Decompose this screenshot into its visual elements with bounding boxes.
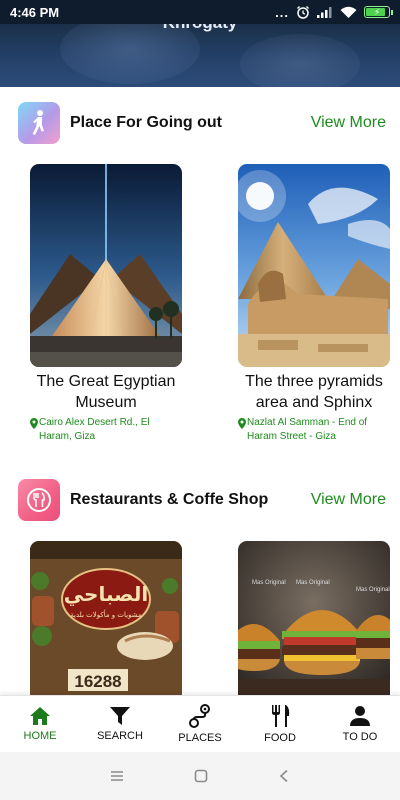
place-location: Cairo Alex Desert Rd., El Haram, Giza bbox=[30, 416, 182, 444]
burger-flag-3: Mas Original bbox=[356, 587, 390, 593]
header-hero-image: Khrogaty bbox=[0, 24, 400, 87]
restaurant-arabic-sub: مشويات و مأكولات بلدية bbox=[70, 609, 142, 619]
alarm-icon bbox=[297, 6, 309, 19]
place-location-text: Nazlat Al Samman - End of Haram Street -… bbox=[247, 417, 368, 442]
notification-dots: ... bbox=[275, 4, 289, 20]
pyramids-image bbox=[238, 164, 390, 367]
app-title: Khrogaty bbox=[0, 24, 400, 33]
restaurant-image: الصباحي مشويات و مأكولات بلدية 16288 bbox=[30, 541, 182, 695]
route-icon bbox=[189, 704, 210, 728]
place-name: The Great Egyptian Museum bbox=[36, 373, 176, 411]
status-time: 4:46 PM bbox=[10, 4, 60, 20]
place-location: Nazlat Al Samman - End of Haram Street -… bbox=[238, 416, 390, 444]
cutlery-icon bbox=[18, 479, 60, 521]
nav-todo-label: TO DO bbox=[342, 731, 378, 743]
restaurant-arabic-name: الصباحي bbox=[64, 582, 148, 607]
nav-food[interactable]: FOOD bbox=[240, 696, 320, 752]
home-square-icon[interactable] bbox=[194, 769, 208, 783]
section-title: Restaurants & Coffe Shop bbox=[70, 491, 269, 508]
place-name: The three pyramids area and Sphinx bbox=[245, 373, 383, 411]
back-icon[interactable] bbox=[278, 769, 290, 783]
place-card-museum[interactable]: The Great Egyptian Museum Cairo Alex Des… bbox=[30, 164, 182, 444]
nav-food-label: FOOD bbox=[264, 732, 296, 744]
restaurant-image: Mas Original Mas Original Mas Original bbox=[238, 541, 390, 695]
map-pin-icon bbox=[238, 418, 246, 429]
status-bar: 4:46 PM ... ⚡ bbox=[0, 0, 400, 24]
section-title: Place For Going out bbox=[70, 114, 223, 131]
walking-person-icon bbox=[18, 102, 60, 144]
restaurant-card-sabahy[interactable]: الصباحي مشويات و مأكولات بلدية 16288 bbox=[30, 541, 182, 695]
wifi-icon bbox=[340, 6, 357, 18]
restaurant-card-burgers[interactable]: Mas Original Mas Original Mas Original bbox=[238, 541, 390, 695]
menu-icon[interactable] bbox=[110, 770, 124, 782]
battery-charging-icon: ⚡ bbox=[364, 6, 393, 18]
burger-flag-1: Mas Original bbox=[252, 580, 286, 586]
view-more-restaurants-link[interactable]: View More bbox=[311, 491, 386, 509]
nav-todo[interactable]: TO DO bbox=[320, 696, 400, 752]
restaurant-phone: 16288 bbox=[74, 672, 121, 691]
nav-search-label: SEARCH bbox=[97, 730, 143, 742]
burger-flag-2: Mas Original bbox=[296, 580, 330, 586]
map-pin-icon bbox=[30, 418, 38, 429]
nav-home[interactable]: HOME bbox=[0, 696, 80, 752]
bottom-navigation: HOME SEARCH PLACES FOOD TO DO bbox=[0, 695, 400, 752]
home-icon bbox=[30, 707, 50, 725]
place-card-pyramids[interactable]: The three pyramids area and Sphinx Nazla… bbox=[238, 164, 390, 444]
nav-search[interactable]: SEARCH bbox=[80, 696, 160, 752]
museum-image bbox=[30, 164, 182, 367]
section-header-going-out: Place For Going out View More bbox=[18, 101, 386, 145]
nav-home-label: HOME bbox=[23, 730, 57, 742]
status-icons: ... ⚡ bbox=[275, 4, 393, 20]
view-more-going-out-link[interactable]: View More bbox=[311, 114, 386, 132]
section-header-restaurants: Restaurants & Coffe Shop View More bbox=[18, 478, 386, 522]
system-navigation-bar bbox=[0, 752, 400, 800]
signal-icon bbox=[317, 7, 332, 18]
filter-icon bbox=[110, 707, 130, 725]
cutlery-icon bbox=[272, 705, 290, 727]
nav-places-label: PLACES bbox=[178, 732, 222, 744]
place-location-text: Cairo Alex Desert Rd., El Haram, Giza bbox=[39, 417, 150, 442]
person-icon bbox=[350, 706, 370, 726]
nav-places[interactable]: PLACES bbox=[160, 696, 240, 752]
